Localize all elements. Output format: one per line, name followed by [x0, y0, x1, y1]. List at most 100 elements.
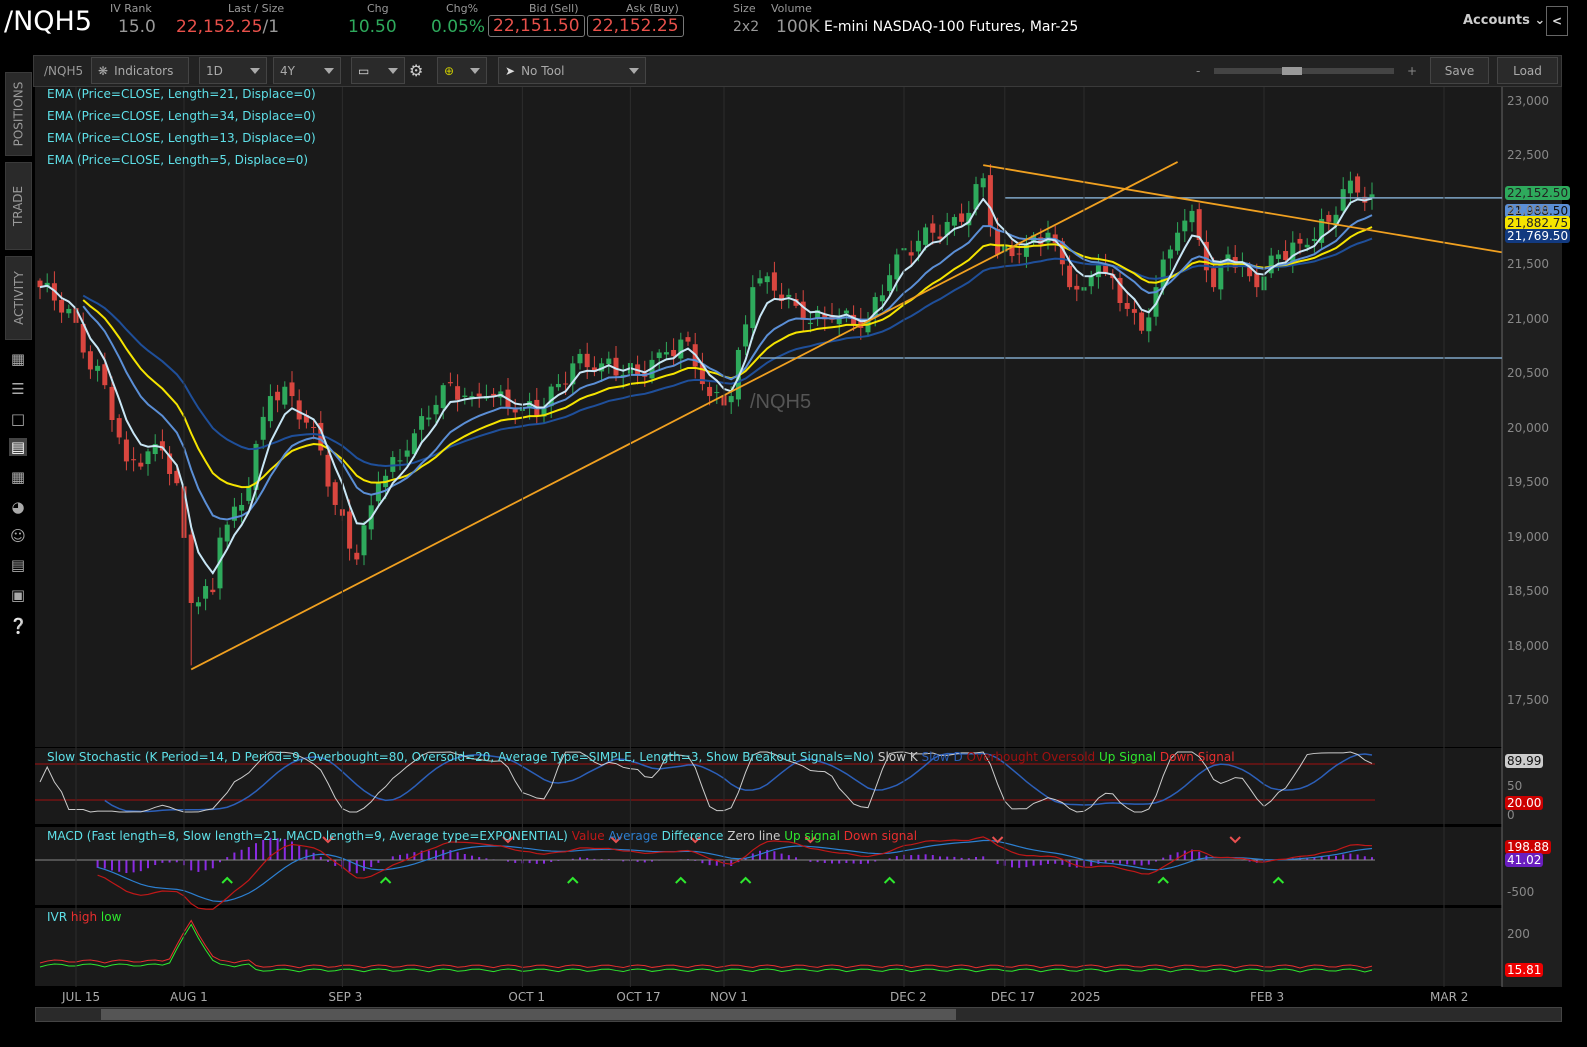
- time-axis-tick: JUL 15: [61, 990, 100, 1004]
- candle: [361, 525, 367, 556]
- candle: [1196, 209, 1202, 240]
- time-axis-tick: OCT 1: [508, 990, 545, 1004]
- candle: [606, 358, 612, 365]
- time-axis-tick: DEC 17: [991, 990, 1035, 1004]
- candle: [145, 451, 151, 465]
- legend-zero-line: Zero line: [727, 829, 781, 843]
- candle: [404, 450, 410, 457]
- candle: [203, 586, 209, 599]
- price-axis-tick: 19,500: [1507, 475, 1549, 490]
- price-tag-ema34: 21,769.50: [1505, 229, 1571, 243]
- candle: [1189, 210, 1195, 223]
- candle: [1182, 220, 1188, 232]
- candle: [1304, 244, 1310, 248]
- candle: [282, 386, 288, 405]
- candle: [663, 352, 669, 355]
- candle: [771, 272, 777, 291]
- candle: [419, 416, 425, 430]
- candle: [1340, 189, 1346, 211]
- candle: [195, 602, 201, 607]
- candle: [426, 417, 432, 420]
- candle: [1160, 259, 1166, 289]
- candle: [743, 324, 749, 347]
- price-tag-last: 22,152.50: [1505, 186, 1571, 200]
- candle: [656, 352, 662, 359]
- candle: [138, 462, 144, 467]
- time-axis-tick: DEC 2: [890, 990, 927, 1004]
- legend-down-signal: Down Signal: [1159, 750, 1235, 764]
- time-axis-tick: MAR 2: [1430, 990, 1468, 1004]
- candle: [289, 382, 295, 397]
- price-axis-tick: 21,500: [1507, 257, 1549, 272]
- time-axis-tick: NOV 1: [710, 990, 748, 1004]
- candle: [923, 227, 929, 245]
- candle: [584, 353, 590, 368]
- time-axis-tick: OCT 17: [616, 990, 660, 1004]
- candle: [764, 276, 770, 283]
- candle: [275, 391, 281, 401]
- candle: [1283, 251, 1289, 261]
- candle: [1095, 265, 1101, 278]
- legend-overbought: Overbought: [966, 750, 1038, 764]
- candle: [930, 223, 936, 233]
- candle: [951, 217, 957, 226]
- legend-average: Average: [608, 829, 658, 843]
- candle: [239, 504, 245, 511]
- candle: [440, 385, 446, 409]
- candle: [1131, 309, 1137, 313]
- macd-title: MACD (Fast length=8, Slow length=21, MAC…: [47, 829, 568, 843]
- price-axis-tick: 17,500: [1507, 693, 1549, 707]
- candle: [123, 439, 129, 462]
- legend-oversold: Oversold: [1041, 750, 1096, 764]
- candle: [908, 252, 914, 256]
- candle: [325, 454, 331, 487]
- price-axis-tick: 22,500: [1507, 148, 1549, 163]
- study-label-ema13: EMA (Price=CLOSE, Length=13, Displace=0): [47, 131, 316, 145]
- candle: [260, 416, 266, 440]
- ivr-tag: 15.81: [1505, 963, 1544, 977]
- price-axis-tick: 18,000: [1507, 638, 1549, 653]
- candle: [915, 240, 921, 252]
- candle: [447, 382, 453, 384]
- candle: [1067, 265, 1073, 288]
- candle: [1139, 312, 1145, 331]
- candle: [1167, 249, 1173, 259]
- candle: [894, 254, 900, 280]
- price-axis-tick: 20,000: [1507, 420, 1549, 435]
- study-label-ema5: EMA (Price=CLOSE, Length=5, Displace=0): [47, 153, 309, 167]
- study-label-ema34: EMA (Price=CLOSE, Length=34, Displace=0): [47, 109, 316, 123]
- candle: [476, 393, 482, 397]
- candle: [66, 308, 72, 314]
- scrollbar-thumb[interactable]: [101, 1009, 956, 1020]
- candle: [397, 460, 403, 462]
- candle: [210, 589, 216, 593]
- candle: [455, 386, 461, 400]
- candle: [1124, 303, 1130, 309]
- candle: [1175, 232, 1181, 251]
- time-axis-tick: AUG 1: [170, 990, 208, 1004]
- legend-slow-d: Slow D: [921, 750, 963, 764]
- candle: [1211, 268, 1217, 288]
- candle: [843, 310, 849, 314]
- candle: [347, 511, 353, 549]
- candle: [555, 383, 561, 388]
- candle: [95, 365, 101, 371]
- legend-slow-k: Slow K: [877, 750, 918, 764]
- candle: [807, 322, 813, 325]
- candle: [1016, 253, 1022, 255]
- candle: [1275, 254, 1281, 259]
- price-axis-tick: 23,000: [1507, 94, 1549, 108]
- chart-watermark: /NQH5: [750, 391, 811, 413]
- legend-low: low: [100, 910, 122, 924]
- legend-down-signal: Down signal: [843, 829, 918, 843]
- candle: [887, 275, 893, 292]
- candle: [354, 552, 360, 560]
- candle: [109, 386, 115, 421]
- price-axis-tick: 22,000: [1507, 202, 1549, 217]
- candle: [116, 418, 122, 438]
- stoch-tick-0: 0: [1507, 808, 1515, 822]
- horizontal-scrollbar[interactable]: [35, 1007, 1562, 1022]
- candle: [1326, 214, 1332, 222]
- candle: [131, 459, 137, 461]
- candle: [980, 178, 986, 188]
